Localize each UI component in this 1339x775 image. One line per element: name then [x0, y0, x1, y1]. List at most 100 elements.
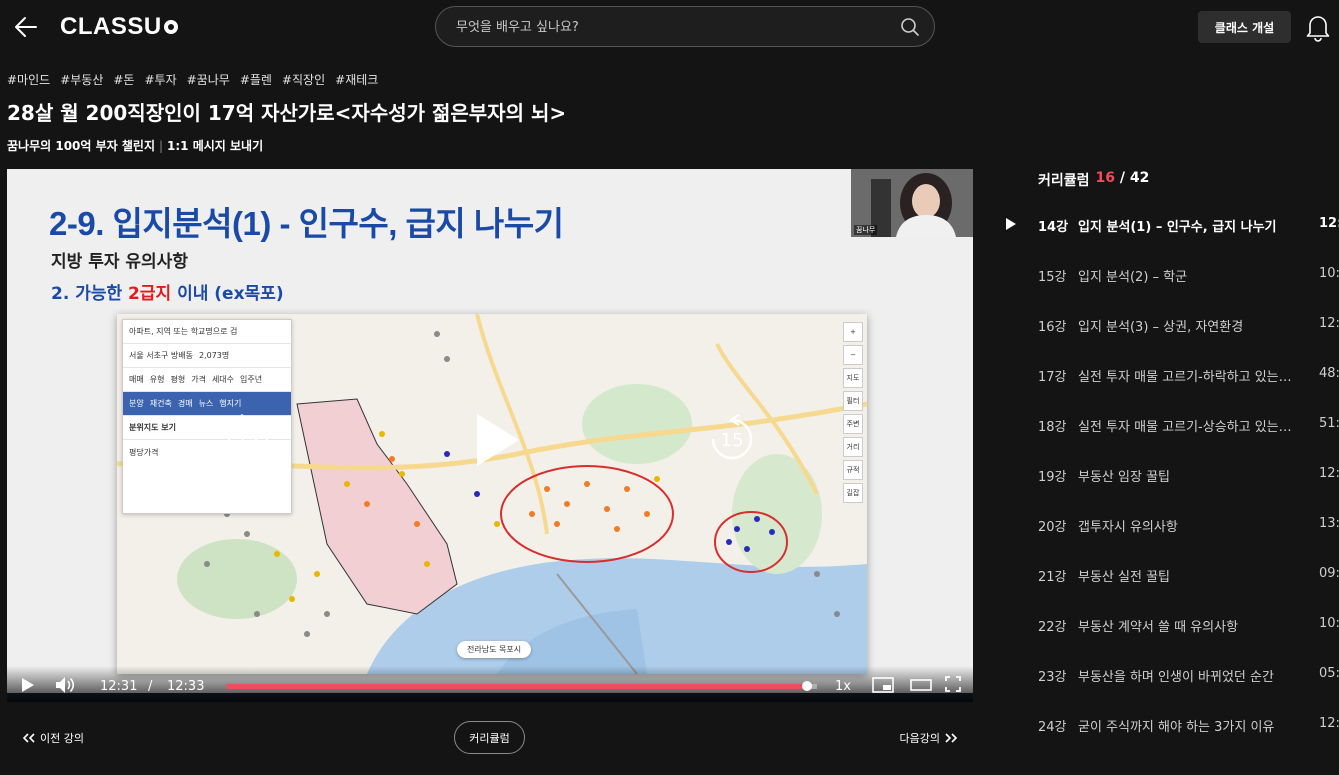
- back-arrow-icon[interactable]: [12, 13, 40, 41]
- lesson-number: 23강: [1038, 670, 1067, 685]
- lesson-item[interactable]: 15강 입지 분석(2) – 학군 10:41: [1005, 250, 1339, 300]
- tag[interactable]: #재테크: [335, 71, 378, 88]
- map-tab[interactable]: 경매: [178, 398, 193, 409]
- picture-in-picture-icon[interactable]: [872, 677, 894, 693]
- map-region: 서울 서초구 방배동: [129, 351, 193, 360]
- tag[interactable]: #마인드: [7, 71, 50, 88]
- map-filter[interactable]: 세대수: [212, 374, 234, 385]
- time-separator: /: [148, 679, 153, 694]
- map-region-row[interactable]: 서울 서초구 방배동 2,073명: [123, 344, 291, 368]
- lesson-item[interactable]: 17강 실전 투자 매물 고르기-하락하고 있는 지역 48:10: [1005, 350, 1339, 400]
- lesson-title: 입지 분석(3) – 상권, 자연환경: [1078, 320, 1244, 335]
- map-control[interactable]: 지도: [843, 368, 863, 388]
- map-tab[interactable]: 분양: [129, 398, 144, 409]
- classu-logo[interactable]: CLASSU: [60, 13, 178, 41]
- tag[interactable]: #플렌: [240, 71, 272, 88]
- lesson-item[interactable]: 23강 부동산을 하며 인생이 바뀌었던 순간 05:37: [1005, 650, 1339, 700]
- lesson-title: 입지 분석(1) – 인구수, 급지 나누기: [1078, 220, 1277, 235]
- lesson-title: 입지 분석(2) – 학군: [1078, 270, 1188, 285]
- map-distribution-label: 분위지도 보기: [129, 423, 176, 432]
- map-filter[interactable]: 유형: [150, 374, 165, 385]
- progress-fill: [227, 684, 807, 689]
- webcam-label: 꿈나무: [854, 225, 878, 235]
- search-icon[interactable]: [900, 17, 920, 37]
- map-control[interactable]: 길잡: [843, 483, 863, 503]
- lesson-duration: 09:48: [1319, 566, 1339, 581]
- play-icon[interactable]: [21, 677, 35, 693]
- slide-heading: 2-9. 입지분석(1) - 인구수, 급지 나누기: [49, 205, 564, 242]
- lesson-number: 14강: [1038, 220, 1069, 235]
- map-tab[interactable]: 행지기: [219, 398, 241, 409]
- map-control[interactable]: 거리: [843, 437, 863, 457]
- lesson-number: 21강: [1038, 570, 1067, 585]
- volume-icon[interactable]: [55, 676, 77, 694]
- logo-text: CLASSU: [60, 13, 162, 40]
- lesson-duration: 12:11: [1319, 716, 1339, 731]
- double-chevron-right-icon: [945, 733, 958, 743]
- video-player[interactable]: 2-9. 입지분석(1) - 인구수, 급지 나누기 지방 투자 유의사항 2.…: [7, 169, 973, 702]
- map-filter[interactable]: 매매: [129, 374, 144, 385]
- map-filter[interactable]: 평형: [170, 374, 185, 385]
- course-tags: #마인드 #부동산 #돈 #투자 #꿈나무 #플렌 #직장인 #재테크: [7, 71, 378, 88]
- curriculum-button[interactable]: 커리큘럼: [454, 721, 525, 754]
- lesson-duration: 48:10: [1319, 366, 1339, 381]
- lesson-item[interactable]: 16강 입지 분석(3) – 상권, 자연환경 12:07: [1005, 300, 1339, 350]
- rewind-15-icon[interactable]: 15: [221, 412, 275, 466]
- map-price-label: 평당가격: [129, 447, 159, 457]
- message-link[interactable]: 1:1 메시지 보내기: [167, 137, 263, 154]
- open-class-button[interactable]: 클래스 개설: [1198, 11, 1291, 43]
- lesson-item[interactable]: 19강 부동산 임장 꿀팁 12:20: [1005, 450, 1339, 500]
- curriculum-title: 커리큘럼: [1038, 173, 1090, 189]
- webcam-overlay: 꿈나무: [851, 169, 973, 237]
- search-bar[interactable]: [435, 6, 935, 47]
- lesson-number: 24강: [1038, 720, 1067, 735]
- map-search-text: 아파트, 지역 또는 학교명으로 검: [129, 327, 238, 336]
- map-filter[interactable]: 입주년: [240, 374, 262, 385]
- curriculum-header: 커리큘럼 16 / 42: [1038, 170, 1149, 190]
- map-filter-row: 매매 유형 평형 가격 세대수 입주년: [123, 368, 291, 392]
- previous-lesson-button[interactable]: 이전 강의: [22, 730, 84, 746]
- next-lesson-button[interactable]: 다음강의: [900, 730, 958, 746]
- rewind-seconds: 15: [237, 430, 260, 451]
- top-header: CLASSU 클래스 개설: [0, 0, 1339, 56]
- notification-bell-icon[interactable]: [1304, 12, 1332, 42]
- map-control[interactable]: 규적: [843, 460, 863, 480]
- tag[interactable]: #투자: [144, 71, 176, 88]
- search-input[interactable]: [456, 16, 876, 38]
- tag[interactable]: #꿈나무: [187, 71, 230, 88]
- map-tab[interactable]: 재건축: [150, 398, 172, 409]
- map-control[interactable]: 주변: [843, 414, 863, 434]
- tag[interactable]: #직장인: [282, 71, 325, 88]
- forward-15-icon[interactable]: 15: [705, 412, 759, 466]
- creator-link[interactable]: 꿈나무의 100억 부자 챌린지: [7, 137, 155, 154]
- divider: |: [158, 138, 164, 153]
- tag[interactable]: #돈: [113, 71, 134, 88]
- progress-bar[interactable]: [227, 681, 817, 691]
- lesson-item[interactable]: 18강 실전 투자 매물 고르기-상승하고 있는 지역 51:02: [1005, 400, 1339, 450]
- lesson-item[interactable]: 24강 굳이 주식까지 해야 하는 3가지 이유 12:11: [1005, 700, 1339, 750]
- progress-handle[interactable]: [802, 681, 812, 691]
- map-filter[interactable]: 가격: [191, 374, 206, 385]
- lesson-item[interactable]: 22강 부동산 계약서 쓸 때 유의사항 10:22: [1005, 600, 1339, 650]
- map-search-row[interactable]: 아파트, 지역 또는 학교명으로 검: [123, 320, 291, 344]
- lesson-item[interactable]: 14강 입지 분석(1) – 인구수, 급지 나누기 12:33: [1005, 200, 1339, 250]
- map-zoom-in[interactable]: +: [843, 322, 863, 342]
- center-play-icon[interactable]: [473, 412, 523, 468]
- lesson-title: 부동산을 하며 인생이 바뀌었던 순간: [1078, 670, 1274, 685]
- map-zoom-out[interactable]: −: [843, 345, 863, 365]
- map-control[interactable]: 필터: [843, 391, 863, 411]
- lesson-title: 갭투자시 유의사항: [1078, 520, 1178, 535]
- lesson-item[interactable]: 21강 부동산 실전 꿀팁 09:48: [1005, 550, 1339, 600]
- tag[interactable]: #부동산: [60, 71, 103, 88]
- now-playing-icon: [1006, 218, 1016, 230]
- lesson-title: 실전 투자 매물 고르기-상승하고 있는 지역: [1078, 420, 1293, 435]
- lesson-item[interactable]: 20강 갭투자시 유의사항 13:15: [1005, 500, 1339, 550]
- map-tab[interactable]: 뉴스: [199, 398, 214, 409]
- lesson-duration: 12:20: [1319, 466, 1339, 481]
- lesson-duration: 13:15: [1319, 516, 1339, 531]
- playback-speed[interactable]: 1x: [835, 679, 851, 694]
- lesson-duration: 05:37: [1319, 666, 1339, 681]
- lesson-duration: 10:41: [1319, 266, 1339, 281]
- fullscreen-icon[interactable]: [945, 676, 961, 692]
- theater-mode-icon[interactable]: [910, 679, 932, 691]
